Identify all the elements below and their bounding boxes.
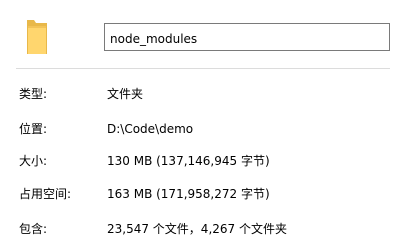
property-row-size: 大小: 130 MB (137,146,945 字节) [0,152,410,170]
property-value-size: 130 MB (137,146,945 字节) [107,154,270,168]
property-row-location: 位置: D:\Code\demo [0,120,410,138]
divider [16,68,390,69]
property-label-size: 大小: [19,154,48,168]
property-row-size-on-disk: 占用空间: 163 MB (171,958,272 字节) [0,185,410,203]
property-label-location: 位置: [19,122,48,136]
property-value-location: D:\Code\demo [107,122,194,136]
folder-icon [25,17,49,57]
property-label-type: 类型: [19,87,48,101]
property-row-contains: 包含: 23,547 个文件，4,267 个文件夹 [0,220,410,238]
property-value-contains: 23,547 个文件，4,267 个文件夹 [107,222,287,236]
property-label-size-on-disk: 占用空间: [19,187,72,201]
property-row-type: 类型: 文件夹 [0,85,410,103]
property-value-size-on-disk: 163 MB (171,958,272 字节) [107,187,270,201]
property-label-contains: 包含: [19,222,48,236]
property-value-type: 文件夹 [107,87,144,101]
folder-name-input[interactable] [104,23,390,51]
